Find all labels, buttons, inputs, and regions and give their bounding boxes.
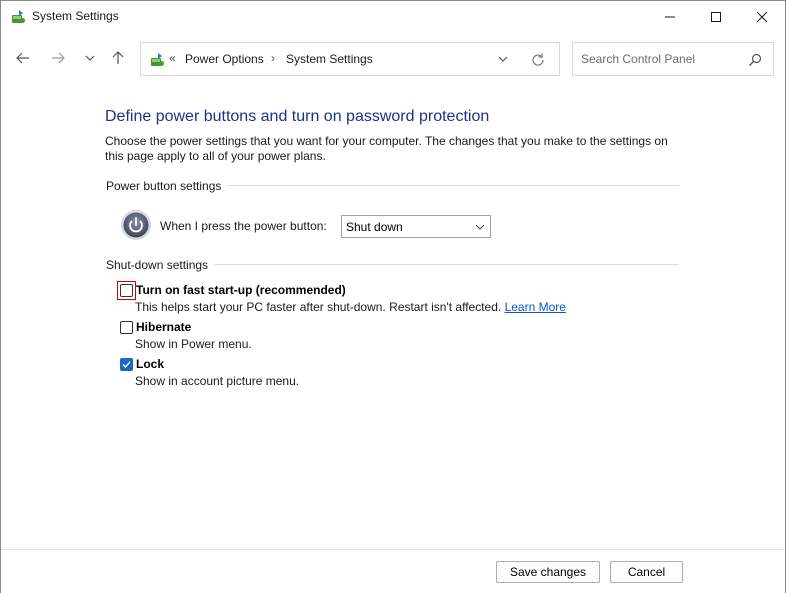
arrow-left-icon [16,52,29,64]
power-button-action-value: Shut down [346,220,403,234]
main-content: Define power buttons and turn on passwor… [1,83,785,549]
maximize-icon [711,11,721,22]
system-settings-window: System Settings « Power Options › System… [0,0,786,593]
footer-bar: Save changes Cancel [1,549,785,593]
hibernate-description: Show in Power menu. [135,337,252,351]
minimize-button[interactable] [647,1,693,32]
back-button[interactable] [10,45,36,71]
recent-locations-button[interactable] [77,45,103,71]
title-bar: System Settings [1,1,785,32]
fast-startup-checkbox[interactable] [120,284,133,297]
page-heading: Define power buttons and turn on passwor… [105,108,490,125]
breadcrumb-separator-icon[interactable]: › [271,51,275,65]
close-icon [757,11,767,22]
power-button-label: When I press the power button: [160,219,327,233]
chevron-down-icon [475,224,485,230]
close-button[interactable] [739,1,785,32]
maximize-button[interactable] [693,1,739,32]
power-button-action-select[interactable]: Shut down [341,215,491,238]
refresh-icon[interactable] [529,51,547,69]
forward-button[interactable] [45,45,71,71]
lock-checkbox[interactable] [120,358,133,371]
breadcrumb-overflow-icon[interactable]: « [169,51,176,65]
power-options-icon [151,53,164,66]
section-divider [227,185,679,186]
address-dropdown-icon[interactable] [495,51,511,67]
address-bar[interactable]: « Power Options › System Settings [140,42,560,76]
power-button-settings-label: Power button settings [106,179,228,193]
power-icon [121,210,151,240]
fast-startup-label[interactable]: Turn on fast start-up (recommended) [136,283,346,297]
page-description: Choose the power settings that you want … [105,134,668,163]
navigation-bar: « Power Options › System Settings Search… [1,33,785,83]
breadcrumb-system-settings[interactable]: System Settings [286,52,373,66]
cancel-button[interactable]: Cancel [610,561,683,583]
lock-description: Show in account picture menu. [135,374,300,388]
checkmark-icon [122,361,131,369]
lock-label[interactable]: Lock [136,357,164,371]
hibernate-label[interactable]: Hibernate [136,320,191,334]
minimize-icon [665,16,675,17]
power-options-icon [12,10,25,23]
search-input[interactable]: Search Control Panel [581,52,695,66]
learn-more-link[interactable]: Learn More [505,300,566,314]
chevron-down-icon [85,55,95,61]
fast-startup-description: This helps start your PC faster after sh… [135,300,566,314]
up-button[interactable] [105,45,131,71]
section-divider [213,264,679,265]
search-icon [749,53,762,66]
hibernate-checkbox[interactable] [120,321,133,334]
fast-startup-description-text: This helps start your PC faster after sh… [135,300,502,314]
arrow-up-icon [112,51,124,64]
arrow-right-icon [52,52,65,64]
search-box[interactable]: Search Control Panel [572,42,774,76]
window-title: System Settings [32,9,119,23]
shutdown-settings-label: Shut-down settings [106,258,215,272]
breadcrumb-power-options[interactable]: Power Options [185,52,264,66]
save-changes-button[interactable]: Save changes [496,561,600,583]
